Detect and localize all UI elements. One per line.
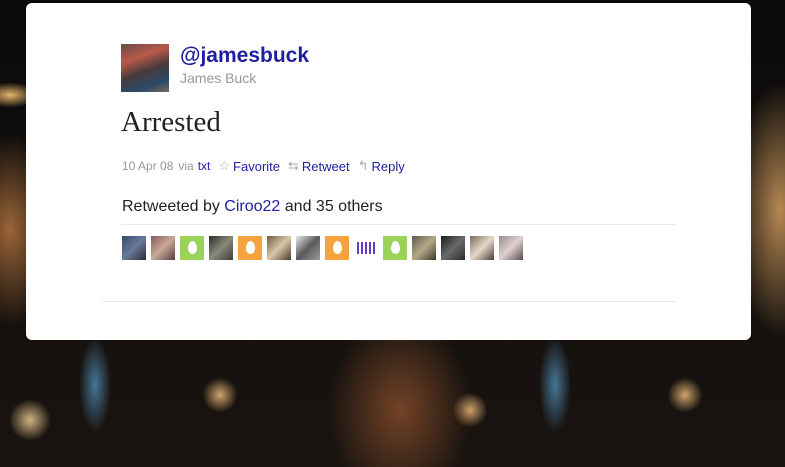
retweeter-avatar-default[interactable] xyxy=(383,236,407,260)
via-label: via xyxy=(178,159,194,173)
divider xyxy=(101,301,676,302)
tweet-text: Arrested xyxy=(121,106,221,138)
retweeter-avatar[interactable] xyxy=(267,236,291,260)
retweeter-avatar-default[interactable] xyxy=(180,236,204,260)
retweeter-link[interactable]: Ciroo22 xyxy=(224,198,280,215)
retweeter-avatar[interactable] xyxy=(441,236,465,260)
via-source-link[interactable]: txt xyxy=(198,159,211,173)
retweet-icon: ⇆ xyxy=(288,158,299,173)
retweeter-avatar[interactable] xyxy=(499,236,523,260)
reply-label: Reply xyxy=(371,158,405,174)
reply-button[interactable]: ↰ Reply xyxy=(358,158,405,174)
retweeter-avatar[interactable] xyxy=(122,236,146,260)
retweeter-avatar-default[interactable] xyxy=(238,236,262,260)
avatar[interactable] xyxy=(121,44,169,92)
user-full-name: James Buck xyxy=(180,70,257,86)
retweeter-avatar[interactable] xyxy=(470,236,494,260)
tweet-card: @jamesbuck James Buck Arrested 10 Apr 08… xyxy=(26,3,751,340)
retweeted-suffix[interactable]: and 35 others xyxy=(285,198,383,215)
star-icon: ☆ xyxy=(218,158,231,173)
retweeter-avatars xyxy=(122,236,523,260)
retweet-button[interactable]: ⇆ Retweet xyxy=(288,158,350,174)
reply-icon: ↰ xyxy=(357,158,369,173)
retweet-label: Retweet xyxy=(301,158,350,174)
retweeter-avatar[interactable] xyxy=(209,236,233,260)
retweeted-by: Retweeted by Ciroo22 and 35 others xyxy=(122,198,383,216)
favorite-label: Favorite xyxy=(233,158,281,174)
retweeted-prefix: Retweeted by xyxy=(122,198,220,215)
retweeter-avatar[interactable] xyxy=(354,236,378,260)
retweeter-avatar[interactable] xyxy=(151,236,175,260)
tweet-timestamp[interactable]: 10 Apr 08 xyxy=(122,159,173,173)
retweeter-avatar[interactable] xyxy=(296,236,320,260)
divider xyxy=(121,224,676,225)
favorite-button[interactable]: ☆ Favorite xyxy=(218,158,280,174)
user-handle-link[interactable]: @jamesbuck xyxy=(180,44,309,68)
tweet-meta: 10 Apr 08 via txt ☆ Favorite ⇆ Retweet ↰… xyxy=(122,158,405,174)
retweeter-avatar-default[interactable] xyxy=(325,236,349,260)
retweeter-avatar[interactable] xyxy=(412,236,436,260)
